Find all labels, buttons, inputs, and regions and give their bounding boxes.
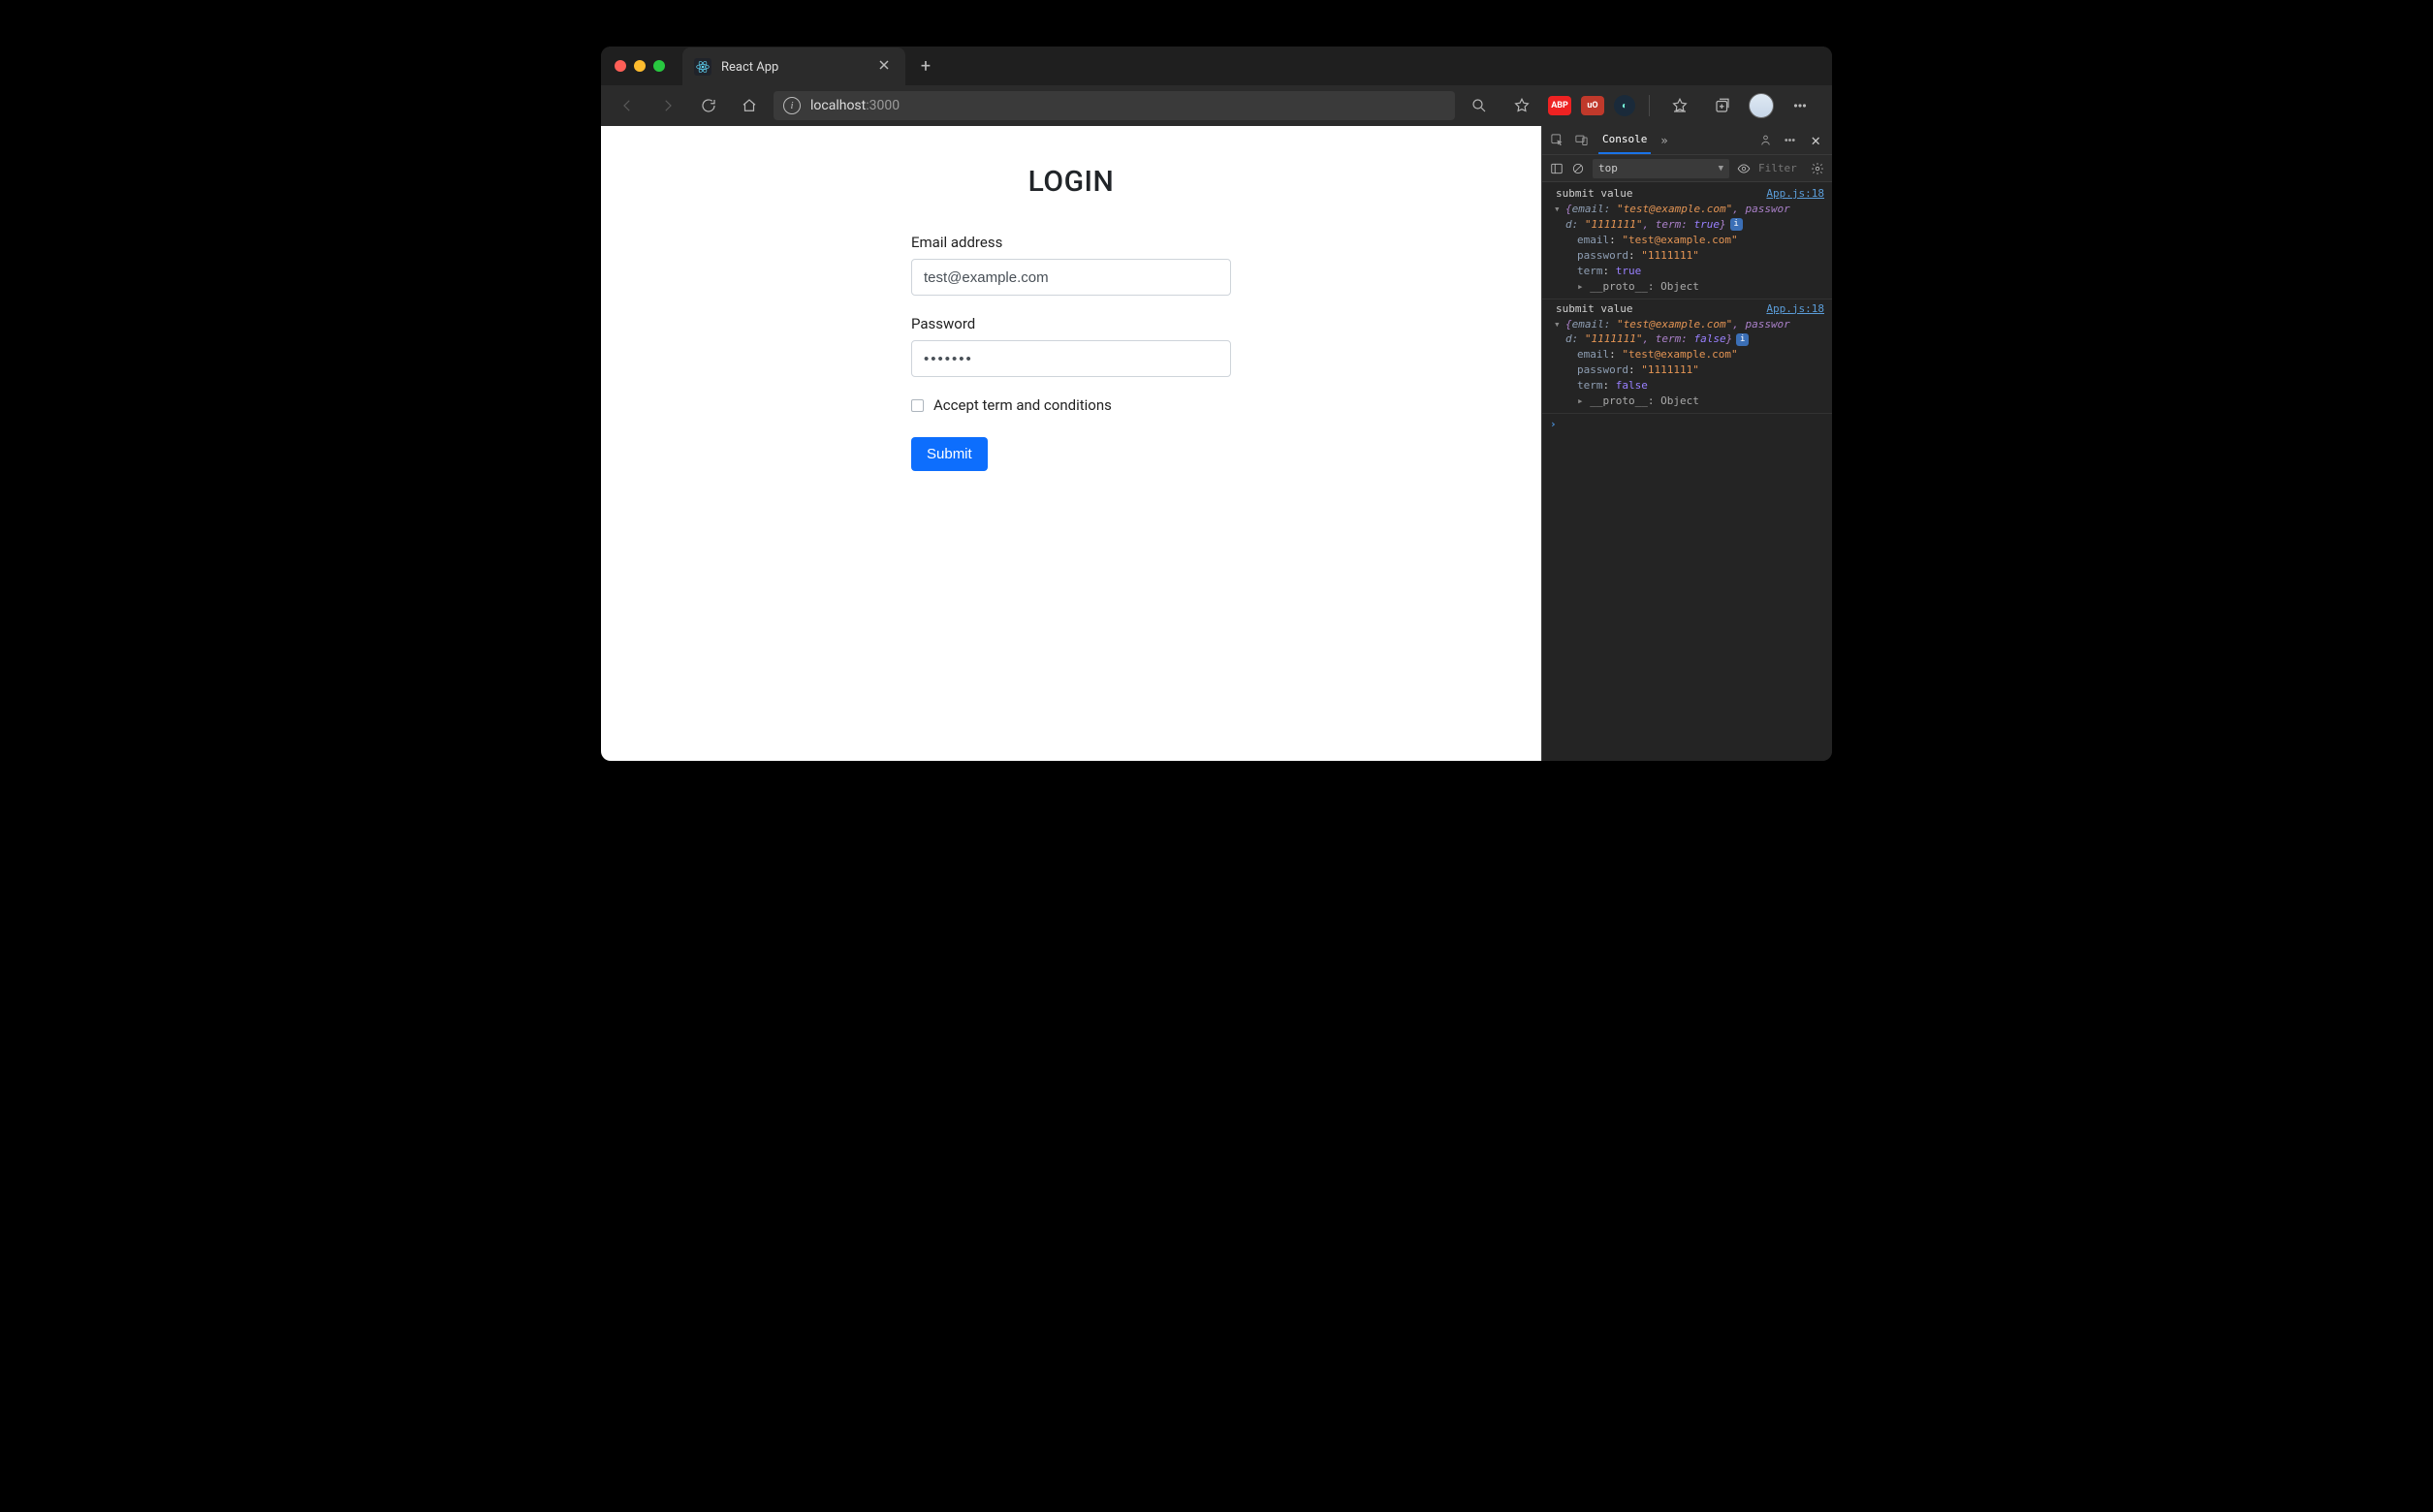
profile-avatar[interactable] xyxy=(1749,93,1774,118)
log-kv-email: email: "test@example.com" xyxy=(1556,233,1824,248)
log-label: submit value xyxy=(1556,301,1632,317)
email-label: Email address xyxy=(911,234,1231,251)
devtools-customize-icon[interactable] xyxy=(1758,133,1773,147)
live-expression-icon[interactable] xyxy=(1737,162,1751,175)
more-menu-icon[interactable] xyxy=(1784,89,1817,122)
submit-button[interactable]: Submit xyxy=(911,437,988,471)
home-button[interactable] xyxy=(733,89,766,122)
forward-button[interactable] xyxy=(651,89,684,122)
favorite-icon[interactable] xyxy=(1505,89,1538,122)
email-field[interactable] xyxy=(911,259,1231,296)
password-label: Password xyxy=(911,315,1231,332)
browser-toolbar: i localhost:3000 ABP uO ◐ xyxy=(601,85,1832,126)
collections-icon[interactable] xyxy=(1706,89,1739,122)
info-badge-icon[interactable]: i xyxy=(1730,218,1743,231)
back-button[interactable] xyxy=(611,89,644,122)
login-form: LOGIN Email address Password Accept term… xyxy=(911,165,1231,471)
close-window-button[interactable] xyxy=(615,60,626,72)
log-object-summary[interactable]: {email: "test@example.com", passwor d: "… xyxy=(1556,202,1824,233)
web-page: LOGIN Email address Password Accept term… xyxy=(601,126,1541,761)
new-tab-button[interactable]: + xyxy=(909,49,942,82)
console-log-entry: submit value App.js:18 {email: "test@exa… xyxy=(1542,184,1832,299)
info-badge-icon[interactable]: i xyxy=(1736,333,1749,346)
log-label: submit value xyxy=(1556,186,1632,202)
tab-title: React App xyxy=(721,60,865,75)
log-kv-email: email: "test@example.com" xyxy=(1556,347,1824,362)
page-title: LOGIN xyxy=(911,165,1231,199)
log-source-link[interactable]: App.js:18 xyxy=(1766,301,1824,317)
close-tab-button[interactable] xyxy=(874,55,894,79)
device-toolbar-icon[interactable] xyxy=(1574,133,1589,147)
log-kv-term: term: true xyxy=(1556,264,1824,279)
log-kv-password: password: "1111111" xyxy=(1556,248,1824,264)
browser-tab[interactable]: React App xyxy=(682,47,905,86)
log-proto[interactable]: __proto__: Object xyxy=(1556,394,1824,409)
console-settings-icon[interactable] xyxy=(1811,162,1824,175)
email-group: Email address xyxy=(911,234,1231,296)
log-object-summary[interactable]: {email: "test@example.com", passwor d: "… xyxy=(1556,317,1824,348)
favorites-list-icon[interactable] xyxy=(1663,89,1696,122)
console-log-entry: submit value App.js:18 {email: "test@exa… xyxy=(1542,299,1832,415)
devtools-more-icon[interactable] xyxy=(1783,133,1797,147)
devtools-tabs: Console » ✕ xyxy=(1542,126,1832,155)
devtools-filter-bar: top▼ xyxy=(1542,155,1832,182)
console-prompt[interactable] xyxy=(1542,414,1832,434)
password-field[interactable] xyxy=(911,340,1231,377)
password-group: Password xyxy=(911,315,1231,377)
reload-button[interactable] xyxy=(692,89,725,122)
maximize-window-button[interactable] xyxy=(653,60,665,72)
address-bar[interactable]: i localhost:3000 xyxy=(774,91,1455,120)
inspect-element-icon[interactable] xyxy=(1550,133,1564,147)
extension-ublock-icon[interactable]: uO xyxy=(1581,96,1604,115)
more-tabs-icon[interactable]: » xyxy=(1660,134,1667,147)
console-sidebar-toggle-icon[interactable] xyxy=(1550,162,1564,175)
toolbar-right: ABP uO ◐ xyxy=(1463,89,1822,122)
devtools-close-button[interactable]: ✕ xyxy=(1807,131,1824,149)
devtools-panel: Console » ✕ top▼ xyxy=(1541,126,1832,761)
site-info-icon[interactable]: i xyxy=(783,97,801,114)
react-favicon-icon xyxy=(694,58,711,76)
extension-abp-icon[interactable]: ABP xyxy=(1548,96,1571,115)
titlebar: React App + xyxy=(601,47,1832,85)
zoom-icon[interactable] xyxy=(1463,89,1496,122)
extension-circle-icon[interactable]: ◐ xyxy=(1614,95,1635,116)
console-tab[interactable]: Console xyxy=(1598,126,1651,154)
minimize-window-button[interactable] xyxy=(634,60,646,72)
browser-window: React App + i localhost:3000 xyxy=(601,47,1832,761)
console-filter-input[interactable] xyxy=(1758,162,1803,174)
content-area: LOGIN Email address Password Accept term… xyxy=(601,126,1832,761)
log-kv-term: term: false xyxy=(1556,378,1824,394)
toolbar-divider xyxy=(1649,95,1650,116)
terms-checkbox[interactable] xyxy=(911,399,924,412)
log-kv-password: password: "1111111" xyxy=(1556,362,1824,378)
log-proto[interactable]: __proto__: Object xyxy=(1556,279,1824,295)
window-controls xyxy=(615,60,665,72)
context-selector[interactable]: top▼ xyxy=(1593,159,1729,178)
terms-row: Accept term and conditions xyxy=(911,396,1231,414)
clear-console-icon[interactable] xyxy=(1571,162,1585,175)
console-output[interactable]: submit value App.js:18 {email: "test@exa… xyxy=(1542,182,1832,761)
url-text: localhost:3000 xyxy=(810,98,900,113)
log-source-link[interactable]: App.js:18 xyxy=(1766,186,1824,202)
terms-label: Accept term and conditions xyxy=(933,396,1112,414)
